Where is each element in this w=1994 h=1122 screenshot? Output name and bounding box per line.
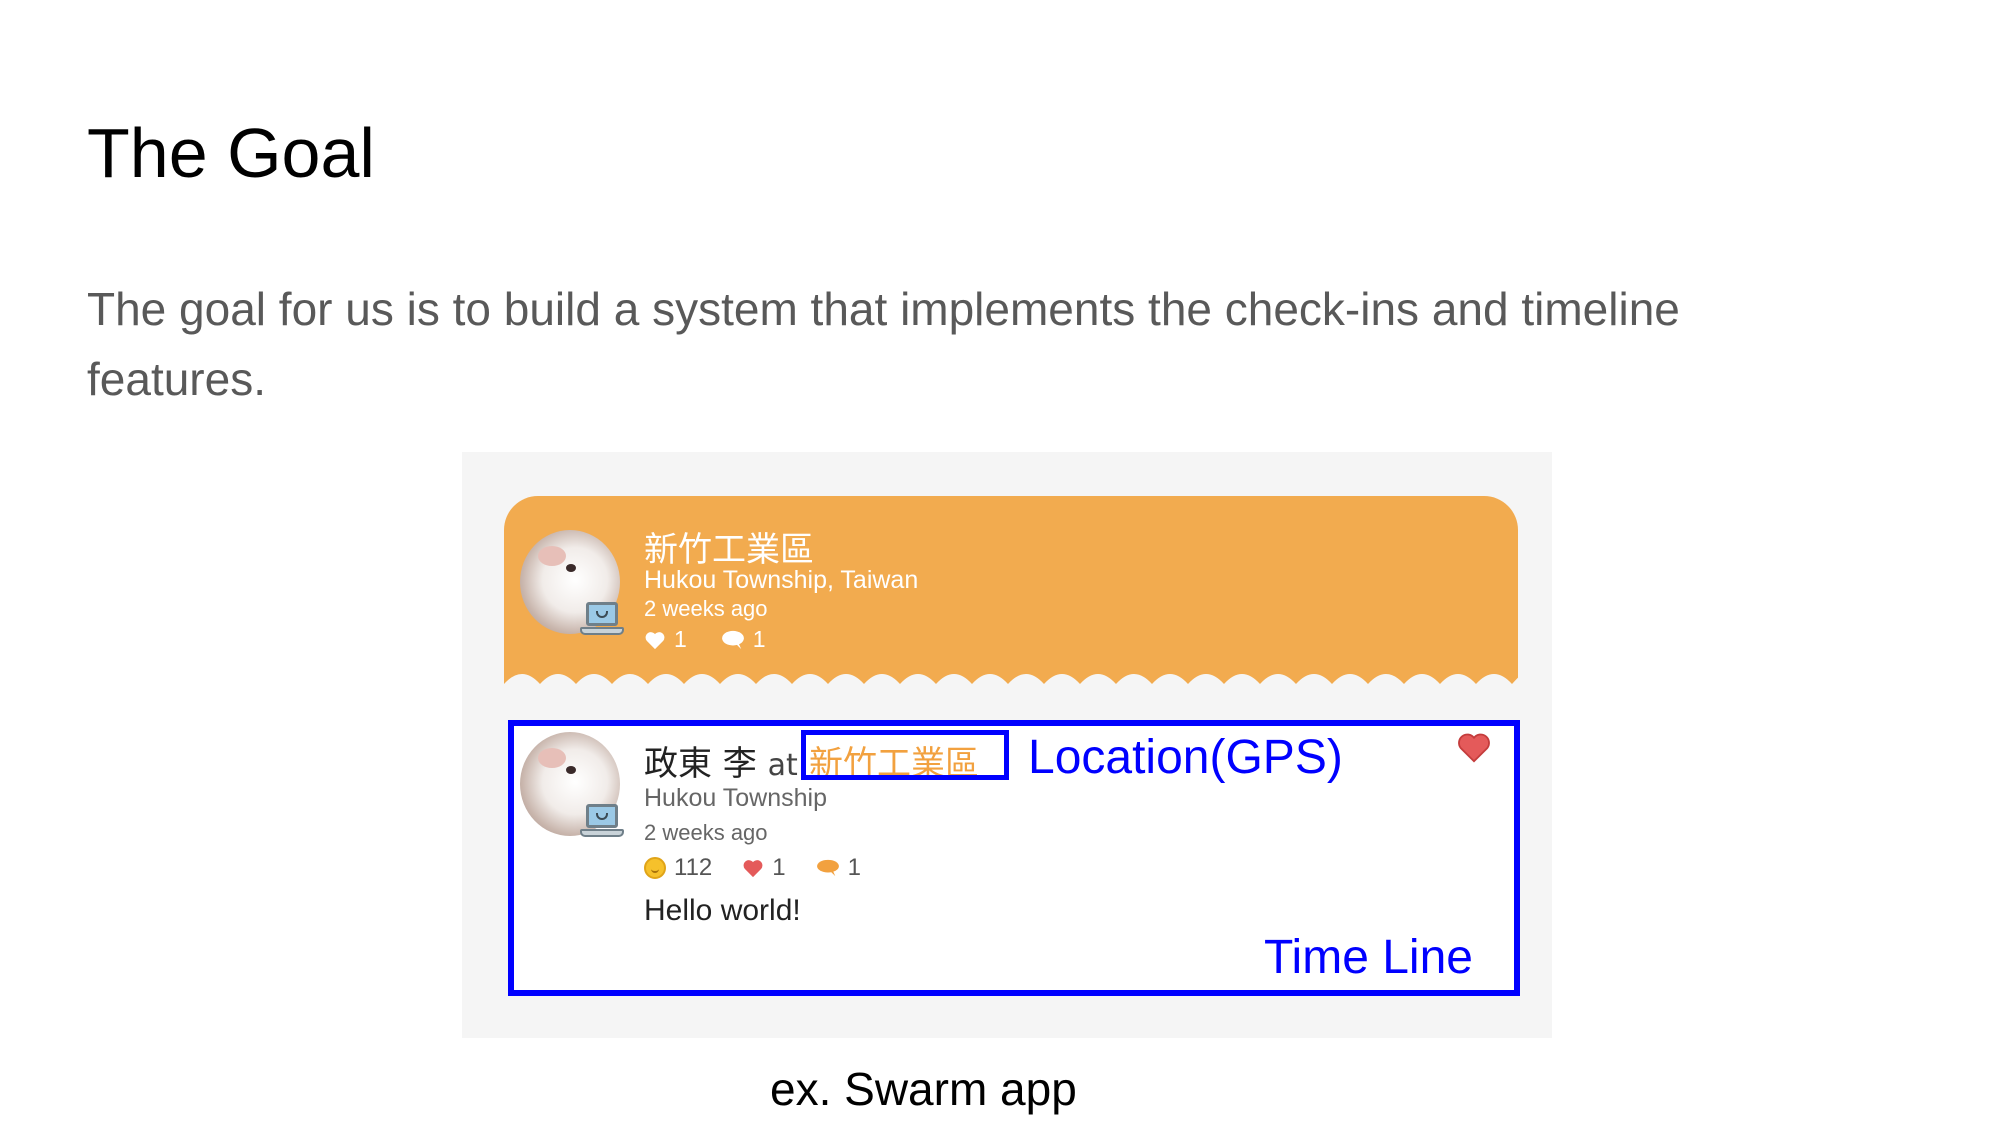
checkin-message: Hello world! [644, 894, 801, 927]
laptop-icon [580, 804, 624, 842]
avatar-ear [538, 748, 566, 768]
figure-caption: ex. Swarm app [770, 1063, 1077, 1115]
comment-count: 1 [752, 626, 766, 652]
timeline-user[interactable]: 政東 李 at [644, 736, 798, 785]
timeline-time: 2 weeks ago [644, 820, 768, 845]
checkin-venue-name[interactable]: 新竹工業區 [644, 522, 814, 571]
heart-outline-icon[interactable] [1456, 730, 1492, 764]
checkin-location: Hukou Township, Taiwan [644, 566, 919, 594]
checkin-time: 2 weeks ago [644, 596, 768, 621]
wave-edge [504, 674, 1518, 696]
like-count: 1 [772, 854, 786, 881]
heart-icon[interactable] [644, 630, 666, 650]
location-gps-label: Location(GPS) [1028, 731, 1343, 784]
checkin-stats: 1 1 [644, 626, 766, 653]
avatar[interactable] [520, 732, 624, 837]
user-name[interactable]: 政東 李 [644, 744, 757, 784]
coin-icon [644, 857, 666, 879]
avatar[interactable] [520, 530, 624, 635]
location-highlight-box [801, 730, 1009, 780]
timeline-location: Hukou Township [644, 784, 827, 812]
timeline-label: Time Line [1264, 931, 1473, 984]
avatar-ear [538, 546, 566, 566]
coin-count: 112 [674, 854, 713, 881]
like-count: 1 [674, 626, 687, 652]
avatar-eye [566, 766, 576, 774]
at-label: at [767, 748, 798, 783]
heart-icon[interactable] [742, 858, 764, 878]
timeline-stats: 112 1 1 [644, 854, 861, 882]
avatar-eye [566, 564, 576, 572]
slide-title: The Goal [87, 114, 375, 192]
laptop-icon [580, 602, 624, 640]
comment-count: 1 [847, 854, 861, 881]
comment-icon[interactable] [816, 858, 840, 878]
slide-body-text: The goal for us is to build a system tha… [87, 283, 1680, 405]
comment-icon[interactable] [721, 630, 745, 650]
